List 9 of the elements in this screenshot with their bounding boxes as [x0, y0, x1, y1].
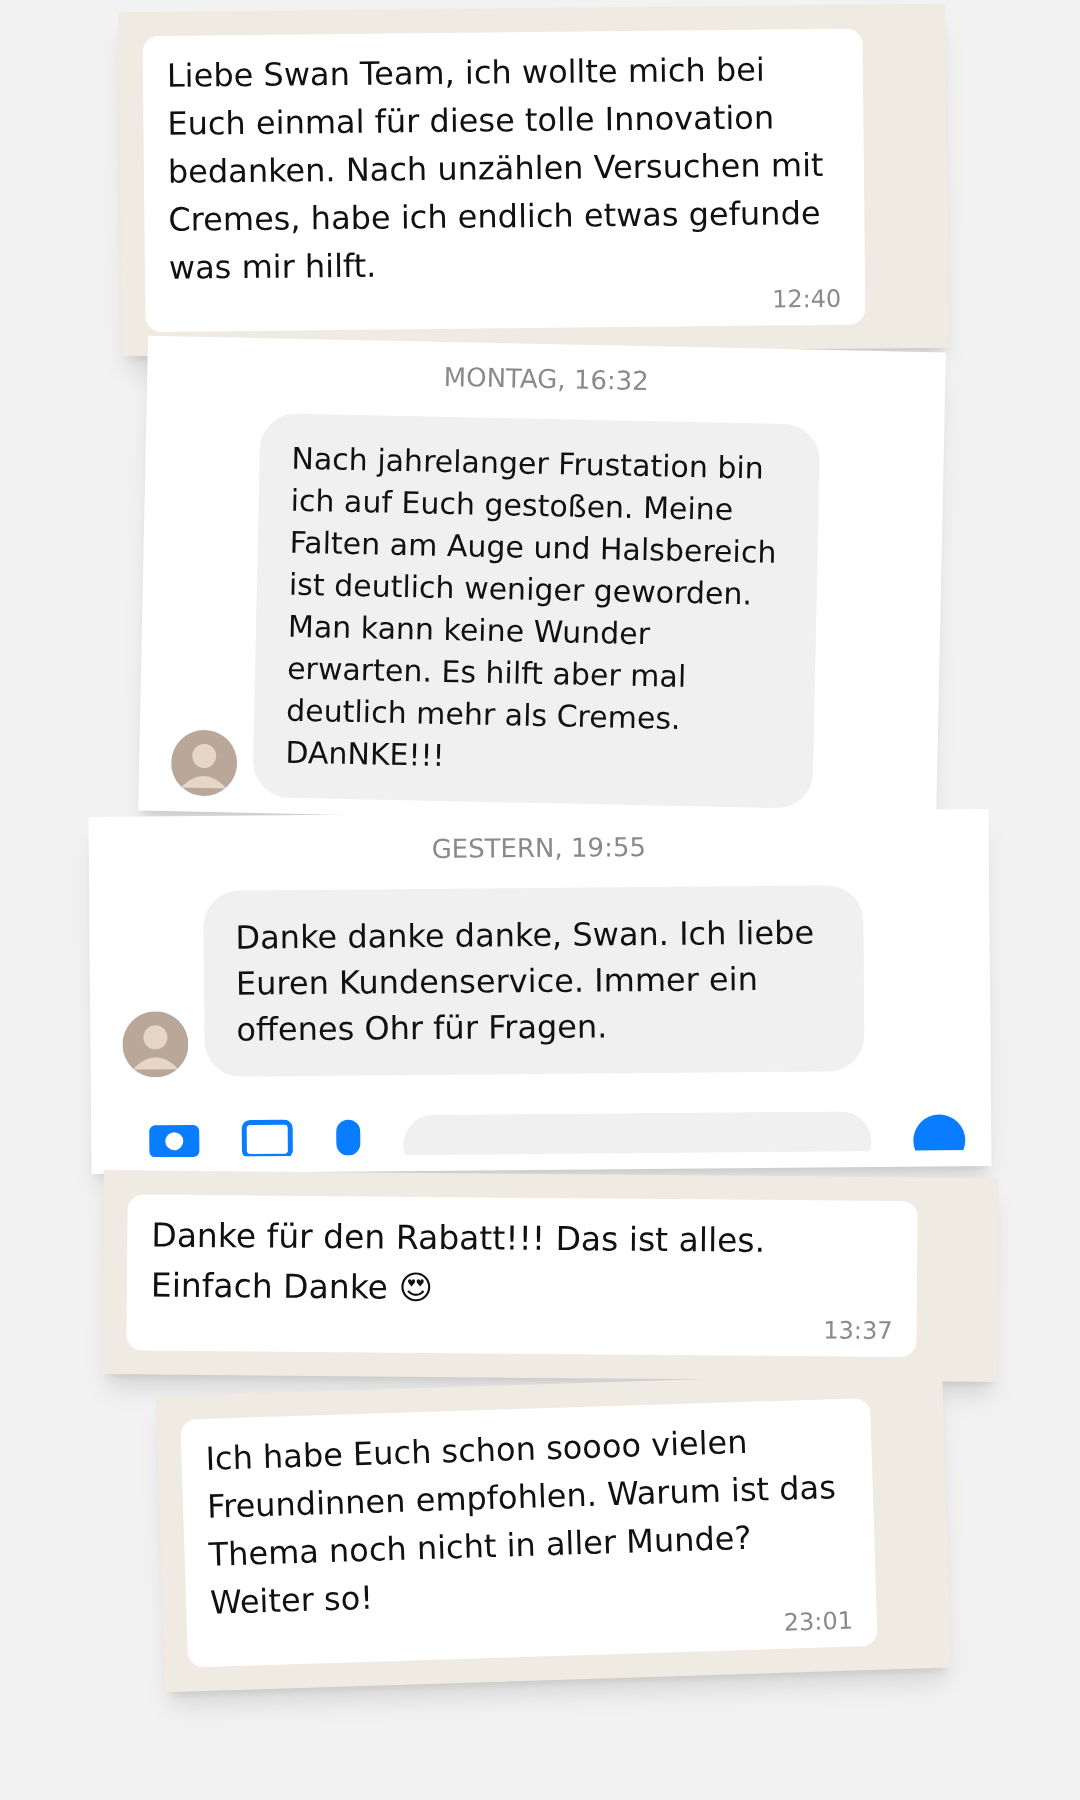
message-time: 13:37 — [823, 1316, 893, 1345]
date-label: MONTAG, 16:32 — [443, 360, 650, 399]
message-text: Danke für den Rabatt!!! Das ist alles. Einfach Danke 😍 — [150, 1214, 767, 1309]
message-time: 23:01 — [783, 1606, 854, 1637]
avatar-icon — [122, 1011, 189, 1078]
message-bubble: Danke danke danke, Swan. Ich liebe Euren Kundenservice. Immer ein offenes Ohr für Fragen. — [203, 885, 865, 1077]
date-label: GESTERN, 19:55 — [431, 831, 647, 866]
avatar-icon — [170, 729, 238, 797]
message-bubble: Nach jahrelanger Frustation bin ich auf Euch gestoßen. Meine Falten am Auge und Halsbereich ist deutlich weniger geworden. Man kann keine Wunder erwarten. Es hilft aber mal deutlich mehr als Cremes. DAnNKE!!! — [252, 413, 821, 809]
